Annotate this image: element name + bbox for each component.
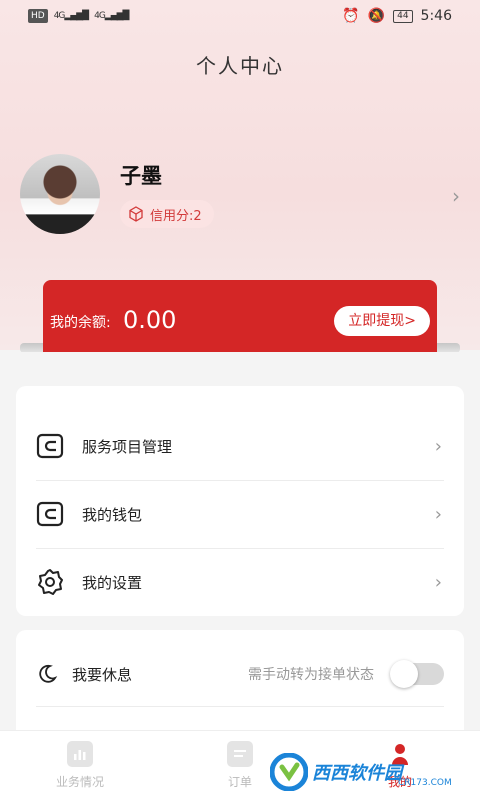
tab-business[interactable]: 业务情况 bbox=[30, 741, 130, 790]
battery-icon: 44 bbox=[393, 9, 413, 23]
credit-score: 信用分:2 bbox=[150, 208, 202, 224]
chevron-right-icon: › bbox=[434, 435, 442, 457]
menu-item-label: 我的钱包 bbox=[82, 505, 143, 524]
menu-item-settings[interactable]: 我的设置 › bbox=[36, 548, 444, 616]
rest-hint: 需手动转为接单状态 bbox=[248, 667, 374, 683]
clock: 5:46 bbox=[420, 8, 452, 24]
status-bar: HD 4G▂▄▆█ 4G▂▄▆█ ⏰ 🔕 44 5:46 bbox=[0, 0, 480, 34]
watermark-sub: CR173.COM bbox=[398, 778, 452, 788]
rest-label: 我要休息 bbox=[72, 665, 133, 684]
watermark-logo: 西西软件园 CR173.COM bbox=[270, 752, 460, 792]
order-icon bbox=[227, 741, 253, 767]
menu-item-service-management[interactable]: 服务项目管理 › bbox=[36, 412, 444, 481]
chevron-right-icon[interactable]: › bbox=[452, 184, 460, 208]
page-title: 个人中心 bbox=[196, 54, 284, 78]
gear-icon bbox=[38, 569, 63, 595]
wallet-icon bbox=[36, 433, 64, 459]
alarm-icon: ⏰ bbox=[342, 8, 360, 24]
rest-toggle[interactable] bbox=[390, 660, 444, 688]
chevron-right-icon: › bbox=[434, 503, 442, 525]
mute-icon: 🔕 bbox=[367, 8, 386, 24]
credit-badge: 信用分:2 bbox=[120, 200, 214, 228]
tab-label: 业务情况 bbox=[55, 775, 104, 789]
username: 子墨 bbox=[120, 164, 162, 188]
balance-label: 我的余额: bbox=[50, 315, 111, 331]
hd-badge: HD bbox=[28, 9, 48, 23]
toggle-knob bbox=[390, 660, 418, 688]
menu-item-label: 我的设置 bbox=[82, 573, 143, 592]
watermark-text: 西西软件园 bbox=[312, 763, 402, 784]
menu-item-label: 服务项目管理 bbox=[82, 437, 173, 456]
watermark-icon bbox=[270, 753, 308, 791]
moon-icon bbox=[39, 664, 58, 683]
tab-label: 订单 bbox=[227, 775, 252, 789]
wallet-icon bbox=[36, 501, 64, 527]
avatar[interactable] bbox=[20, 154, 100, 234]
balance-card: 我的余额: 0.00 立即提现> bbox=[43, 280, 437, 352]
divider bbox=[36, 706, 444, 707]
cube-icon bbox=[129, 206, 143, 222]
rest-row: 我要休息 需手动转为接单状态 bbox=[36, 654, 444, 694]
bar-chart-icon bbox=[67, 741, 93, 767]
menu-card: 服务项目管理 › 我的钱包 › 我的设置 › bbox=[16, 386, 464, 616]
chevron-right-icon: › bbox=[434, 571, 442, 593]
balance-value: 0.00 bbox=[123, 306, 177, 334]
signal-icon-2: 4G▂▄▆█ bbox=[94, 11, 129, 21]
menu-item-wallet[interactable]: 我的钱包 › bbox=[36, 480, 444, 549]
withdraw-button[interactable]: 立即提现> bbox=[334, 306, 430, 336]
signal-icon: 4G▂▄▆█ bbox=[53, 11, 89, 21]
